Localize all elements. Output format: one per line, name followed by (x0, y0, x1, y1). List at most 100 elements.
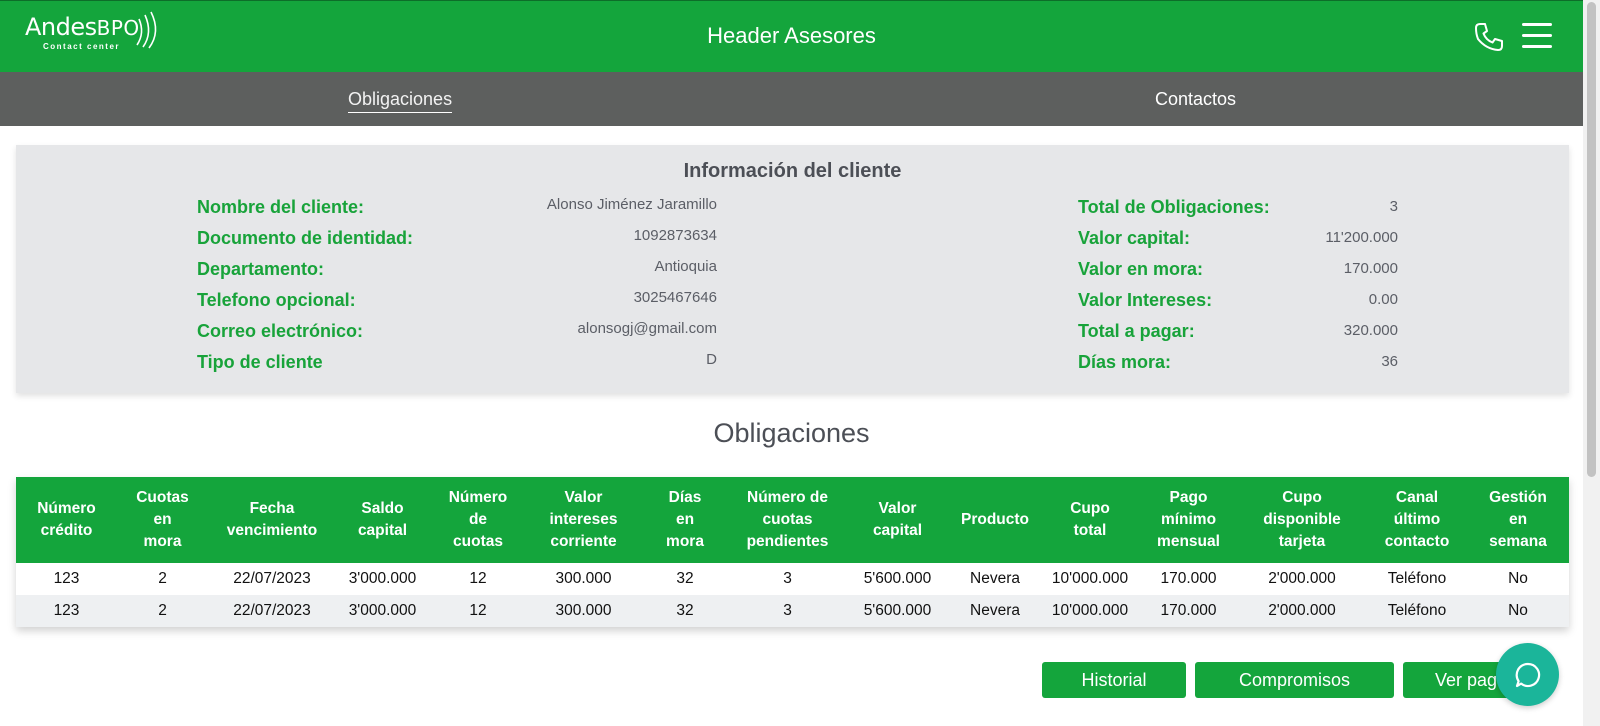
column-header: Producto (960, 511, 1030, 528)
info-row-nombre: Nombre del cliente: Alonso Jiménez Jaram… (197, 196, 717, 223)
table-cell: 123 (53, 602, 80, 619)
table-header-row: Número crédito Cuotas en mora Fecha vencimie… (16, 477, 1569, 563)
header-title: Header Asesores (707, 23, 876, 48)
scrollbar-thumb[interactable] (1587, 2, 1596, 477)
column-header: Número crédito (37, 500, 96, 539)
table-cell: Teléfono (1387, 602, 1447, 619)
info-value: 11'200.000 (1325, 229, 1398, 246)
table-cell: No (1508, 570, 1528, 587)
table-cell: 12 (469, 602, 487, 619)
vertical-scrollbar[interactable] (1583, 0, 1600, 726)
table-row[interactable]: 123 2 22/07/2023 3'000.000 12 300.000 32… (16, 595, 1569, 627)
info-value: 320.000 (1343, 322, 1398, 339)
table-cell: 123 (53, 570, 80, 587)
info-label: Valor Intereses: (1078, 290, 1213, 310)
info-row-tipo: Tipo de cliente D (197, 351, 717, 378)
column-header: Número de cuotas (448, 489, 508, 550)
table-cell: 22/07/2023 (233, 602, 311, 619)
table-cell: 32 (676, 570, 694, 587)
table-cell: 3'000.000 (348, 570, 417, 587)
tab-obligaciones[interactable]: Obligaciones (348, 89, 453, 113)
chat-bubble-icon[interactable] (1496, 643, 1559, 706)
table-cell: 2 (158, 602, 167, 619)
table-cell: 5'600.000 (863, 570, 932, 587)
table-cell: 2'000.000 (1268, 570, 1336, 587)
info-value: alonsogj@gmail.com (577, 320, 717, 337)
nav-bar: Obligaciones Contactos (0, 72, 1583, 126)
column-header: Canal último contacto (1384, 489, 1450, 550)
tab-contactos[interactable]: Contactos (1155, 89, 1236, 110)
client-info-title: Información del cliente (683, 160, 902, 182)
historial-button[interactable]: Historial (1042, 662, 1186, 698)
info-value: 170.000 (1343, 260, 1398, 277)
table-cell: No (1508, 602, 1528, 619)
table-cell: 2 (158, 570, 167, 587)
phone-icon[interactable] (1473, 21, 1505, 53)
table-cell: Nevera (970, 602, 1020, 619)
info-row-valor-capital: Valor capital: 11'200.000 (1078, 228, 1398, 254)
table-cell: 170.000 (1160, 602, 1217, 619)
info-row-total-obligaciones: Total de Obligaciones: 3 (1078, 197, 1398, 223)
column-header: Días en mora (666, 489, 704, 550)
column-header: Número de cuotas pendientes (746, 489, 829, 550)
column-header: Cuotas en mora (136, 489, 189, 550)
column-header: Saldo capital (357, 500, 408, 539)
column-header: Gestión en semana (1489, 489, 1547, 550)
info-label: Valor capital: (1078, 228, 1191, 248)
table-cell: 10'000.000 (1051, 570, 1129, 587)
info-label: Tipo de cliente (197, 352, 323, 372)
info-row-correo: Correo electrónico: alonsogj@gmail.com (197, 320, 717, 347)
table-cell: 300.000 (555, 602, 612, 619)
table-cell: 12 (469, 570, 487, 587)
info-value: D (706, 351, 717, 368)
column-header: Fecha vencimiento (226, 500, 318, 539)
compromisos-button[interactable]: Compromisos (1195, 662, 1394, 698)
page: AndesBPO Contact center Header Asesores … (0, 0, 1600, 726)
info-label: Correo electrónico: (197, 321, 364, 341)
top-header: AndesBPO Contact center Header Asesores (0, 0, 1583, 72)
info-value: 3025467646 (633, 289, 717, 306)
table-cell: 5'600.000 (863, 602, 932, 619)
column-header: Pago mínimo mensual (1157, 489, 1220, 550)
table-cell: 32 (676, 602, 694, 619)
info-value: 3 (1389, 198, 1398, 215)
info-label: Nombre del cliente: (197, 197, 365, 217)
table-cell: 2'000.000 (1268, 602, 1336, 619)
info-label: Total a pagar: (1078, 321, 1195, 341)
column-header: Cupo total (1070, 500, 1110, 539)
table-cell: Nevera (970, 570, 1020, 587)
column-header: Cupo disponible tarjeta (1263, 489, 1341, 550)
info-row-departamento: Departamento: Antioquia (197, 258, 717, 285)
info-label: Valor en mora: (1078, 259, 1204, 279)
info-row-telefono: Telefono opcional: 3025467646 (197, 289, 717, 316)
info-row-dias-mora: Días mora: 36 (1078, 352, 1398, 378)
obligations-title: Obligaciones (713, 418, 870, 448)
table-cell: 170.000 (1160, 570, 1217, 587)
table-cell: 300.000 (555, 570, 612, 587)
client-info-card: Información del cliente Nombre del clien… (16, 145, 1569, 393)
obligations-table: Número crédito Cuotas en mora Fecha vencimie… (16, 477, 1569, 627)
table-cell: 3 (783, 570, 792, 587)
column-header: Valor capital (872, 500, 923, 539)
table-cell: 3'000.000 (348, 602, 417, 619)
table-cell: 22/07/2023 (233, 570, 311, 587)
info-value: 1092873634 (633, 227, 717, 244)
info-value: 36 (1381, 353, 1398, 370)
info-row-documento: Documento de identidad: 1092873634 (197, 227, 717, 254)
info-value: Antioquia (654, 258, 717, 275)
table-cell: 10'000.000 (1051, 602, 1129, 619)
table-cell: 3 (783, 602, 792, 619)
table-row[interactable]: 123 2 22/07/2023 3'000.000 12 300.000 32… (16, 563, 1569, 595)
info-row-total-pagar: Total a pagar: 320.000 (1078, 321, 1398, 347)
table-cell: Teléfono (1387, 570, 1447, 587)
info-label: Departamento: (197, 259, 325, 279)
column-header: Valor intereses corriente (549, 489, 618, 550)
info-value: Alonso Jiménez Jaramillo (546, 196, 717, 213)
info-value: 0.00 (1368, 291, 1398, 308)
info-label: Total de Obligaciones: (1078, 197, 1270, 217)
info-row-valor-intereses: Valor Intereses: 0.00 (1078, 290, 1398, 316)
info-label: Documento de identidad: (197, 228, 413, 248)
info-row-valor-mora: Valor en mora: 170.000 (1078, 259, 1398, 285)
info-label: Días mora: (1078, 352, 1172, 372)
hamburger-menu-icon[interactable] (1522, 23, 1552, 51)
